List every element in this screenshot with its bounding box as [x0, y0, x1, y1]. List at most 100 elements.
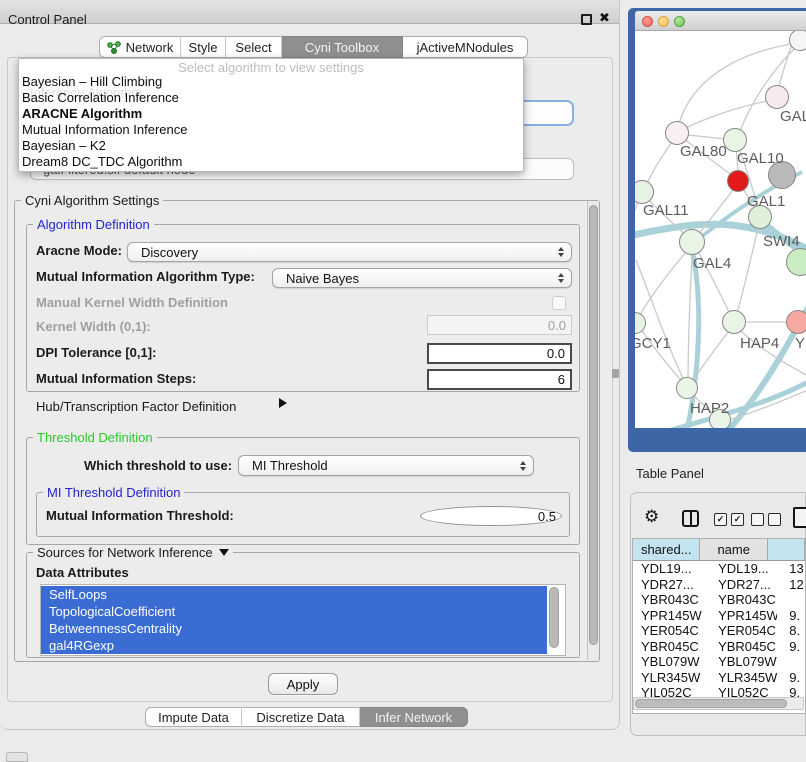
- network-node[interactable]: [786, 310, 806, 334]
- mi-algorithm-type-select[interactable]: Naive Bayes: [272, 268, 572, 288]
- network-node[interactable]: [786, 248, 806, 276]
- mi-steps-field[interactable]: 6: [427, 369, 572, 390]
- table-row[interactable]: YLR345WYLR345W9.: [633, 670, 805, 686]
- mi-algorithm-type-label: Mutual Information Algorithm Type:: [36, 270, 255, 284]
- column-header-hidden[interactable]: [768, 539, 805, 561]
- algorithm-option-basic-correlation-inference[interactable]: Basic Correlation Inference: [20, 90, 520, 106]
- node-table: shared...name YDL19...YDL19...13YDR27...…: [632, 538, 806, 714]
- table-row[interactable]: YBR043CYBR043C: [633, 592, 805, 608]
- algorithm-option-aracne-algorithm[interactable]: ARACNE Algorithm: [20, 106, 520, 122]
- gear-icon[interactable]: ⚙: [644, 507, 659, 527]
- node-label-y: Y: [795, 335, 805, 352]
- dpi-tolerance-field[interactable]: 0.0: [427, 343, 572, 364]
- mi-threshold-definition-title: MI Threshold Definition: [43, 485, 184, 500]
- table-cell: YDR27...: [705, 577, 777, 593]
- table-cell: 8.: [777, 623, 805, 639]
- node-label-gal1: GAL1: [747, 193, 785, 210]
- algorithm-option-dream8-dc-tdc-algorithm[interactable]: Dream8 DC_TDC Algorithm: [20, 154, 520, 170]
- tab-label: Select: [235, 40, 271, 55]
- algorithm-option-mutual-information-inference[interactable]: Mutual Information Inference: [20, 122, 520, 138]
- tab-label: jActiveMNodules: [417, 40, 514, 55]
- hub-definition-label[interactable]: Hub/Transcription Factor Definition: [36, 400, 236, 414]
- column-header-name[interactable]: name: [700, 539, 767, 561]
- close-icon[interactable]: ✖: [599, 11, 610, 26]
- zoom-traffic-light-icon[interactable]: [674, 16, 685, 27]
- tab-cyni-toolbox[interactable]: Cyni Toolbox: [282, 36, 403, 58]
- attribute-option-topologicalcoefficient[interactable]: TopologicalCoefficient: [41, 603, 547, 620]
- deselect-all-columns-button[interactable]: [751, 513, 781, 526]
- which-threshold-select[interactable]: MI Threshold: [238, 455, 534, 476]
- table-cell: YBR045C: [705, 639, 777, 655]
- collapse-arrow-icon: [219, 549, 229, 556]
- network-node[interactable]: [676, 377, 698, 399]
- attribute-option-betweennesscentrality[interactable]: BetweennessCentrality: [41, 620, 547, 637]
- table-row[interactable]: YBL079WYBL079W: [633, 654, 805, 670]
- table-hscrollbar-thumb[interactable]: [635, 699, 787, 708]
- network-node[interactable]: [665, 121, 689, 145]
- node-label-gal11: GAL11: [643, 202, 689, 219]
- tab-discretize-data[interactable]: Discretize Data: [242, 707, 360, 727]
- attribute-option-selfloops[interactable]: SelfLoops: [41, 586, 547, 603]
- table-cell: YBR043C: [705, 592, 777, 608]
- attributes-scrollbar-thumb[interactable]: [549, 587, 559, 648]
- cyni-algorithm-settings-title: Cyni Algorithm Settings: [21, 193, 163, 208]
- control-panel-titlebar: [0, 0, 619, 24]
- minimize-traffic-light-icon[interactable]: [658, 16, 669, 27]
- select-all-columns-button[interactable]: ✓ ✓: [714, 513, 744, 526]
- network-node[interactable]: [679, 229, 705, 255]
- splitter-grip[interactable]: [612, 369, 619, 378]
- table-cell: 9.: [777, 608, 805, 624]
- network-node[interactable]: [727, 170, 749, 192]
- tab-network[interactable]: Network: [99, 36, 181, 58]
- table-row[interactable]: YBR045CYBR045C9.: [633, 639, 805, 655]
- network-node[interactable]: [789, 31, 806, 51]
- table-cell: YBR045C: [633, 639, 705, 655]
- algorithm-definition-title: Algorithm Definition: [33, 217, 154, 232]
- network-canvas[interactable]: GAL80GAL10GAL11GAL1SWI4GAL4GCY1HAP4YHAP2…: [635, 31, 806, 428]
- table-cell: [777, 654, 805, 670]
- stepper-arrows-icon: [520, 461, 526, 471]
- table-cell: YLR345W: [705, 670, 777, 686]
- close-traffic-light-icon[interactable]: [642, 16, 653, 27]
- network-node[interactable]: [765, 85, 789, 109]
- table-cell: 9.: [777, 670, 805, 686]
- mi-threshold-field[interactable]: 0.5: [420, 506, 562, 526]
- control-panel-title: Control Panel: [8, 12, 87, 27]
- table-cell: YER054C: [705, 623, 777, 639]
- tab-infer-network[interactable]: Infer Network: [360, 707, 468, 727]
- threshold-definition-title: Threshold Definition: [33, 430, 157, 445]
- tab-label: Cyni Toolbox: [305, 40, 379, 55]
- tab-label: Impute Data: [158, 710, 229, 725]
- aracne-mode-select[interactable]: Discovery: [127, 242, 572, 262]
- algorithm-option-bayesian-k2[interactable]: Bayesian – K2: [20, 138, 520, 154]
- network-node[interactable]: [722, 310, 746, 334]
- table-cell: YDR27...: [633, 577, 705, 593]
- tab-select[interactable]: Select: [226, 36, 282, 58]
- split-columns-icon[interactable]: [682, 510, 699, 527]
- table-cell: YPR145W: [705, 608, 777, 624]
- table-cell: YDL19...: [705, 561, 777, 577]
- node-label-gal4: GAL4: [693, 255, 731, 272]
- settings-scrollbar-thumb[interactable]: [589, 205, 598, 645]
- data-attributes-list[interactable]: SelfLoopsTopologicalCoefficientBetweenne…: [40, 584, 566, 656]
- algorithm-list: Bayesian – Hill ClimbingBasic Correlatio…: [20, 74, 520, 170]
- bottom-left-fragment[interactable]: [6, 752, 28, 762]
- dpi-tolerance-label: DPI Tolerance [0,1]:: [36, 346, 156, 360]
- apply-button[interactable]: Apply: [268, 673, 338, 695]
- table-row[interactable]: YER054CYER054C8.: [633, 623, 805, 639]
- document-icon[interactable]: [793, 507, 806, 528]
- algorithm-option-bayesian-hill-climbing[interactable]: Bayesian – Hill Climbing: [20, 74, 520, 90]
- expand-arrow-icon[interactable]: [279, 398, 287, 408]
- table-row[interactable]: YDL19...YDL19...13: [633, 561, 805, 577]
- tab-jactivemnodules[interactable]: jActiveMNodules: [403, 36, 528, 58]
- attribute-option-gal4rgexp[interactable]: gal4RGexp: [41, 637, 547, 654]
- table-row[interactable]: YPR145WYPR145W9.: [633, 608, 805, 624]
- kernel-width-label: Kernel Width (0,1):: [36, 320, 151, 334]
- sources-title[interactable]: Sources for Network Inference: [33, 545, 233, 560]
- column-header-shared[interactable]: shared...: [633, 539, 700, 561]
- table-body: YDL19...YDL19...13YDR27...YDR27...12YBR0…: [633, 561, 805, 701]
- tab-style[interactable]: Style: [181, 36, 226, 58]
- float-window-button[interactable]: [581, 14, 592, 25]
- tab-impute-data[interactable]: Impute Data: [145, 707, 242, 727]
- table-row[interactable]: YDR27...YDR27...12: [633, 577, 805, 593]
